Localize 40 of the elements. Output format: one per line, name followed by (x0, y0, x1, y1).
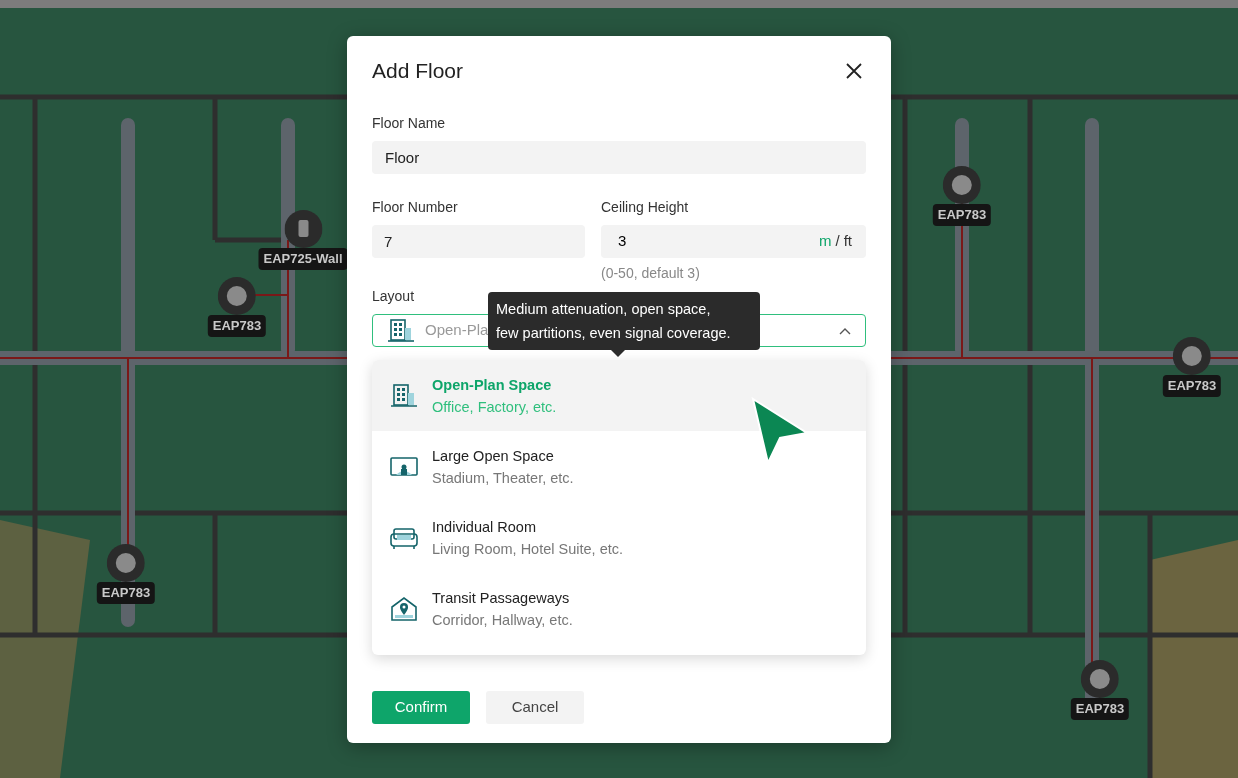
building-icon (387, 317, 415, 344)
access-point-label: EAP725-Wall (258, 248, 348, 270)
access-point-icon (943, 166, 981, 204)
access-point-label: EAP783 (1162, 375, 1222, 397)
layout-option[interactable]: Individual Room Living Room, Hotel Suite, etc. (372, 502, 866, 574)
ceiling-height-field[interactable]: 3 m / ft (601, 225, 866, 259)
access-point-label: EAP783 (932, 204, 992, 226)
layout-option[interactable]: Transit Passageways Corridor, Hallway, etc. (372, 573, 866, 645)
option-title: Individual Room (432, 517, 537, 537)
field-label: Layout (372, 287, 416, 307)
access-point-icon (107, 544, 145, 582)
field-label: Ceiling Height (601, 198, 690, 218)
option-subtitle: Stadium, Theater, etc. (432, 468, 574, 488)
floor-name-field[interactable]: Floor (372, 141, 866, 175)
layout-option[interactable]: Large Open Space Stadium, Theater, etc. (372, 431, 866, 503)
field-label: Floor Number (372, 198, 459, 218)
access-point-icon (218, 277, 256, 315)
option-title: Open-Plan Space (432, 375, 553, 395)
option-subtitle: Living Room, Hotel Suite, etc. (432, 539, 623, 559)
field-hint: (0-50, default 3) (601, 264, 701, 284)
field-label: Floor Name (372, 114, 447, 134)
floor-number-field[interactable]: 7 (372, 225, 585, 259)
access-point-icon (284, 210, 322, 248)
unit-toggle[interactable]: ft (841, 230, 854, 253)
access-point-label: EAP783 (207, 315, 267, 337)
access-point-label: EAP783 (96, 582, 156, 604)
option-title: Large Open Space (432, 446, 555, 466)
location-icon (390, 595, 418, 622)
chevron-up-icon (839, 326, 851, 335)
option-subtitle: Corridor, Hallway, etc. (432, 610, 573, 630)
dialog-title: Add Floor (372, 58, 464, 84)
access-point-label: EAP783 (1070, 698, 1130, 720)
access-point-icon (1173, 337, 1211, 375)
cancel-button[interactable]: Cancel (486, 691, 584, 725)
option-subtitle: Office, Factory, etc. (432, 397, 557, 417)
unit-separator: / (834, 231, 841, 252)
building-icon (390, 382, 418, 409)
access-point-icon (1081, 660, 1119, 698)
option-title: Transit Passageways (432, 588, 571, 608)
tooltip: Medium attenuation, open space, few partitions, even signal coverage. (488, 292, 760, 351)
